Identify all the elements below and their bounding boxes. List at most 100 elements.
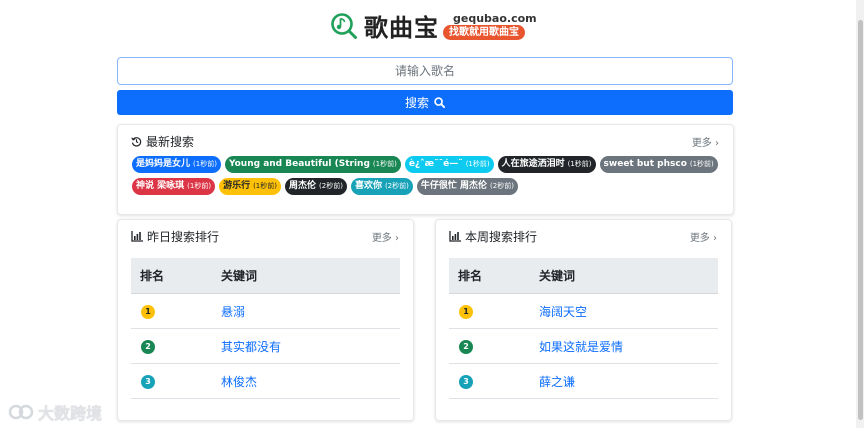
table-row: 3 薛之谦 — [449, 364, 718, 399]
tag-time: (2秒前) — [384, 182, 409, 190]
brand-name: 歌曲宝 — [364, 14, 439, 42]
week-ranking-header: 本周搜索排行 — [449, 228, 537, 245]
recent-more-label: 更多 — [691, 138, 712, 149]
tag-time: (2秒前) — [319, 182, 343, 190]
keyword-link[interactable]: 悬溺 — [221, 305, 245, 319]
recent-search-tag[interactable]: sweet but phsco (1秒前) — [599, 156, 718, 173]
table-row: 2 如果这就是爱情 — [449, 329, 718, 364]
keyword-column-header: 关键词 — [539, 269, 576, 283]
tag-keyword: 是妈妈是女儿 — [136, 159, 191, 169]
keyword-link[interactable]: 其实都没有 — [221, 340, 281, 354]
yesterday-ranking-header: 昨日搜索排行 — [131, 228, 219, 245]
tag-time: (1秒前) — [253, 182, 277, 190]
rank-badge: 1 — [459, 305, 473, 319]
bar-chart-icon — [131, 231, 143, 242]
rank-cell: 3 — [131, 373, 221, 389]
rank-badge: 2 — [459, 340, 473, 354]
tag-keyword: 喜欢你 — [354, 181, 382, 191]
rank-cell: 2 — [449, 338, 539, 354]
recent-search-tag[interactable]: 人在旅途洒泪时 (1秒前) — [497, 156, 596, 173]
rank-cell: 2 — [131, 338, 221, 354]
keyword-cell: 悬溺 — [221, 303, 400, 320]
bar-chart-icon — [449, 231, 461, 242]
tag-keyword: 牛仔很忙 周杰伦 — [420, 181, 488, 191]
tag-time: (1秒前) — [187, 182, 212, 190]
rank-column-header: 排名 — [140, 269, 165, 283]
scrollbar-thumb[interactable] — [858, 20, 863, 420]
search-icon — [434, 97, 445, 108]
watermark: 大数跨境 — [8, 400, 102, 424]
music-search-icon — [331, 12, 357, 39]
tag-time: (2秒前) — [490, 182, 514, 190]
table-header: 排名 关键词 — [449, 258, 718, 294]
table-row: 1 悬溺 — [131, 294, 400, 329]
keyword-link[interactable]: 林俊杰 — [221, 375, 257, 389]
yesterday-more-label: 更多 — [371, 233, 392, 244]
tag-keyword: 游乐行 — [223, 181, 251, 191]
tag-time: (1秒前) — [689, 160, 714, 168]
tag-time: (1秒前) — [465, 160, 490, 168]
recent-searches-header: 最新搜索 — [131, 133, 194, 150]
tag-keyword: 人在旅途洒泪时 — [501, 159, 565, 169]
keyword-column-header: 关键词 — [221, 269, 258, 283]
rank-cell: 1 — [449, 303, 539, 319]
rank-cell: 3 — [449, 373, 539, 389]
yesterday-ranking-title: 昨日搜索排行 — [147, 230, 220, 244]
yesterday-ranking-table: 排名 关键词 1 悬溺 2 其实都没有 3 林俊杰 — [131, 258, 400, 399]
tag-keyword: è¿ˆæ˜¯é—¨ — [408, 159, 463, 169]
recent-searches-title: 最新搜索 — [146, 135, 195, 149]
brand-slogan: 找歌就用歌曲宝 — [443, 24, 525, 40]
search-input[interactable]: 请输入歌名 — [117, 57, 733, 85]
rank-badge: 3 — [141, 375, 155, 389]
recent-search-tag[interactable]: 是妈妈是女儿 (1秒前) — [132, 156, 221, 173]
tag-time: (1秒前) — [193, 160, 217, 168]
rank-badge: 1 — [141, 305, 155, 319]
week-ranking-title: 本周搜索排行 — [465, 230, 538, 244]
chevron-right-icon: › — [715, 138, 719, 149]
recent-search-tag[interactable]: 喜欢你 (2秒前) — [350, 178, 413, 195]
rank-column-header: 排名 — [458, 269, 483, 283]
keyword-link[interactable]: 海阔天空 — [539, 305, 587, 319]
keyword-link[interactable]: 如果这就是爱情 — [539, 340, 623, 354]
table-header: 排名 关键词 — [131, 258, 400, 294]
recent-search-tag[interactable]: Young and Beautiful (String (1秒前) — [224, 156, 401, 173]
rank-badge: 2 — [141, 340, 155, 354]
tag-keyword: 周杰伦 — [289, 181, 317, 191]
site-logo[interactable]: 歌曲宝 gequbao.com 找歌就用歌曲宝 — [330, 8, 537, 43]
history-icon — [131, 137, 142, 147]
chevron-right-icon: › — [713, 233, 717, 244]
search-button[interactable]: 搜索 — [117, 90, 733, 115]
tag-keyword: Young and Beautiful (String — [228, 159, 370, 169]
yesterday-ranking-card: 昨日搜索排行 更多 › 排名 关键词 1 悬溺 2 其实都没有 3 林俊杰 — [117, 219, 414, 421]
rank-badge: 3 — [459, 375, 473, 389]
rank-cell: 1 — [131, 303, 221, 319]
keyword-cell: 其实都没有 — [221, 338, 400, 355]
recent-search-tag[interactable]: 神说 梁咏琪 (1秒前) — [132, 178, 216, 195]
week-ranking-table: 排名 关键词 1 海阔天空 2 如果这就是爱情 3 薛之谦 — [449, 258, 718, 399]
week-more-label: 更多 — [689, 233, 710, 244]
recent-search-tag[interactable]: 周杰伦 (2秒前) — [285, 178, 347, 195]
recent-searches-card: 最新搜索 更多 › 是妈妈是女儿 (1秒前) Young and Beautiful… — [117, 124, 734, 215]
table-row: 3 林俊杰 — [131, 364, 400, 399]
keyword-link[interactable]: 薛之谦 — [539, 375, 575, 389]
tag-time: (1秒前) — [567, 160, 592, 168]
keyword-cell: 海阔天空 — [539, 303, 718, 320]
tag-time: (1秒前) — [372, 160, 397, 168]
keyword-cell: 如果这就是爱情 — [539, 338, 718, 355]
watermark-text: 大数跨境 — [38, 404, 103, 423]
recent-more-link[interactable]: 更多 › — [692, 134, 719, 149]
recent-search-tag[interactable]: 牛仔很忙 周杰伦 (2秒前) — [416, 178, 518, 195]
tag-keyword: sweet but phsco — [603, 159, 687, 169]
table-row: 2 其实都没有 — [131, 329, 400, 364]
week-more-link[interactable]: 更多 › — [690, 229, 717, 244]
recent-search-tag[interactable]: 游乐行 (1秒前) — [219, 178, 281, 195]
tag-keyword: 神说 梁咏琪 — [136, 181, 185, 191]
chevron-right-icon: › — [395, 233, 399, 244]
table-row: 1 海阔天空 — [449, 294, 718, 329]
brand-domain: gequbao.com — [453, 11, 537, 25]
yesterday-more-link[interactable]: 更多 › — [372, 229, 399, 244]
recent-search-tag[interactable]: è¿ˆæ˜¯é—¨ (1秒前) — [404, 156, 494, 173]
recent-tags: 是妈妈是女儿 (1秒前) Young and Beautiful (String (1… — [132, 156, 722, 195]
keyword-cell: 林俊杰 — [221, 373, 400, 390]
week-ranking-card: 本周搜索排行 更多 › 排名 关键词 1 海阔天空 2 如果这就是爱情 3 薛之谦 — [435, 219, 732, 421]
